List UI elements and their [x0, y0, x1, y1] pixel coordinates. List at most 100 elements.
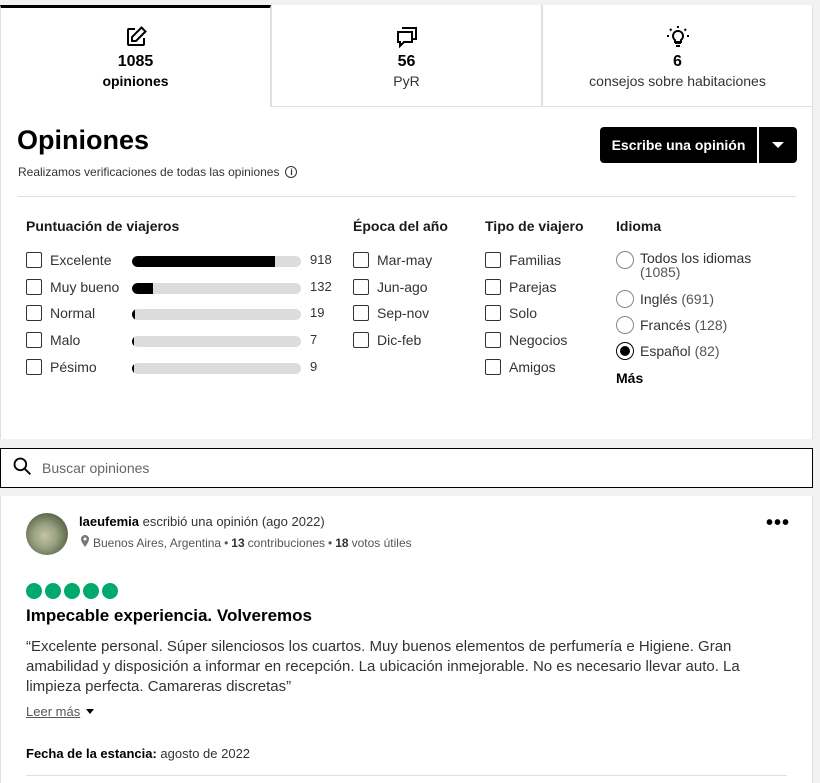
review-action: escribió una opinión (ago 2022) [142, 514, 325, 529]
author-name[interactable]: laeufemia [79, 514, 139, 529]
rating-bar-fill [132, 309, 136, 320]
traveler-filter-amigos[interactable]: Amigos [485, 358, 556, 376]
rating-label: Pésimo [50, 359, 97, 375]
rating-count: 7 [310, 332, 318, 347]
season-filter-title: Época del año [353, 218, 448, 234]
checkbox[interactable] [485, 359, 501, 375]
rating-bar-fill [132, 283, 153, 294]
reviews-panel: Opiniones Realizamos verificaciones de t… [0, 107, 813, 439]
chevron-down-icon [86, 709, 95, 714]
language-filter-frances[interactable]: Francés (128) [616, 316, 727, 334]
tab-consejos[interactable]: 6 consejos sobre habitaciones [542, 5, 813, 107]
checkbox[interactable] [353, 252, 369, 268]
season-filter-jun-ago[interactable]: Jun-ago [353, 278, 428, 296]
rating-bubble-icon [64, 583, 80, 599]
radio[interactable] [616, 316, 634, 334]
language-filter-ingles[interactable]: Inglés (691) [616, 290, 714, 308]
location-pin-icon [80, 535, 90, 550]
author-location: Buenos Aires, Argentina [93, 535, 222, 550]
write-review-dropdown[interactable] [759, 127, 797, 163]
page-title: Opiniones [17, 125, 150, 155]
season-filter-sep-nov[interactable]: Sep-nov [353, 304, 429, 322]
season-filter-mar-may[interactable]: Mar-may [353, 251, 432, 269]
tab-opiniones[interactable]: 1085 opiniones [0, 5, 271, 107]
traveler-label: Negocios [509, 332, 568, 348]
rating-bar [132, 336, 301, 347]
language-count: (1085) [640, 264, 681, 280]
radio[interactable] [616, 290, 634, 308]
write-review-button[interactable]: Escribe una opinión [600, 127, 757, 163]
read-more-link[interactable]: Leer más [26, 704, 95, 719]
info-icon[interactable]: i [285, 166, 298, 178]
checkbox[interactable] [353, 279, 369, 295]
more-options-icon[interactable]: ••• [766, 512, 790, 535]
rating-count: 19 [310, 305, 325, 320]
separator: • [224, 535, 229, 550]
votes-count: 18 [335, 535, 349, 550]
language-label: Español [640, 343, 691, 359]
traveler-filter-parejas[interactable]: Parejas [485, 278, 556, 296]
search-icon [12, 456, 32, 481]
checkbox[interactable] [26, 359, 42, 375]
more-languages-link[interactable]: Más [616, 370, 643, 386]
season-filter-dic-feb[interactable]: Dic-feb [353, 331, 421, 349]
traveler-label: Solo [509, 305, 538, 321]
rating-filter-malo[interactable]: Malo [26, 331, 80, 349]
language-count: (691) [681, 291, 715, 307]
tab-label: consejos sobre habitaciones [589, 73, 766, 89]
traveler-label: Amigos [509, 359, 556, 375]
tab-count: 1085 [117, 53, 154, 70]
rating-filter-muy-bueno[interactable]: Muy bueno [26, 278, 119, 296]
rating-filter-excelente[interactable]: Excelente [26, 251, 111, 269]
checkbox[interactable] [485, 252, 501, 268]
traveler-filter-negocios[interactable]: Negocios [485, 331, 567, 349]
rating-bar-fill [132, 336, 135, 347]
checkbox[interactable] [26, 332, 42, 348]
search-bar [0, 448, 813, 488]
contributions-count: 13 [231, 535, 245, 550]
rating-label: Malo [50, 332, 81, 348]
language-filter-todos[interactable]: Todos los idiomas (1085) [616, 251, 751, 283]
stay-date: Fecha de la estancia: agosto de 2022 [26, 746, 250, 761]
checkbox[interactable] [26, 279, 42, 295]
rating-count: 132 [310, 279, 332, 294]
rating-filter-pesimo[interactable]: Pésimo [26, 358, 97, 376]
radio[interactable] [616, 251, 634, 269]
language-count: (82) [694, 343, 720, 359]
radio-selected[interactable] [616, 342, 634, 360]
rating-bar [132, 309, 301, 320]
season-label: Dic-feb [377, 332, 422, 348]
checkbox[interactable] [485, 279, 501, 295]
votes-label: votos útiles [351, 535, 412, 550]
tab-pyr[interactable]: 56 PyR [271, 5, 542, 107]
rating-bar [132, 256, 301, 267]
rating-bubble-icon [102, 583, 118, 599]
rating-count: 918 [310, 252, 332, 267]
checkbox[interactable] [353, 332, 369, 348]
checkbox[interactable] [485, 332, 501, 348]
stay-date-value: agosto de 2022 [160, 746, 251, 761]
traveler-label: Familias [509, 252, 562, 268]
tab-count: 6 [673, 53, 682, 70]
review-author-line: laeufemia escribió una opinión (ago 2022… [79, 514, 325, 529]
read-more-label: Leer más [26, 704, 81, 719]
divider [26, 775, 787, 776]
checkbox[interactable] [26, 252, 42, 268]
traveler-filter-title: Tipo de viajero [485, 218, 584, 234]
language-label: Inglés [640, 291, 678, 307]
traveler-filter-familias[interactable]: Familias [485, 251, 561, 269]
traveler-filter-solo[interactable]: Solo [485, 304, 537, 322]
season-label: Sep-nov [377, 305, 430, 321]
checkbox[interactable] [353, 305, 369, 321]
language-filter-espanol[interactable]: Español (82) [616, 342, 720, 360]
rating-label: Muy bueno [50, 279, 120, 295]
checkbox[interactable] [485, 305, 501, 321]
rating-filter-normal[interactable]: Normal [26, 304, 95, 322]
rating-bar [132, 283, 301, 294]
checkbox[interactable] [26, 305, 42, 321]
avatar[interactable] [26, 513, 68, 555]
language-label: Francés [640, 317, 691, 333]
season-label: Mar-may [377, 252, 433, 268]
review-title[interactable]: Impecable experiencia. Volveremos [26, 606, 312, 626]
search-input[interactable] [42, 460, 742, 476]
